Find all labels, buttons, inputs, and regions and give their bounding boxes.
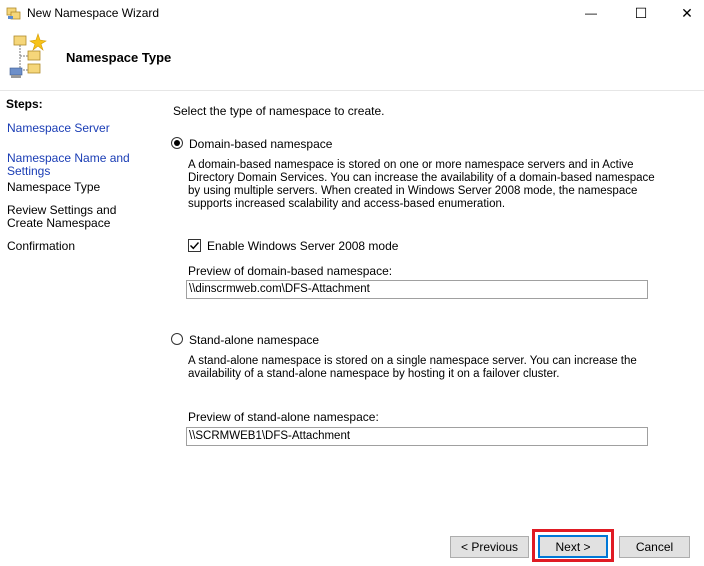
close-icon: ✕	[681, 4, 693, 21]
checkmark-icon	[190, 242, 200, 250]
minimize-icon: —	[585, 6, 597, 20]
title-bar: New Namespace Wizard — ☐ ✕	[0, 0, 704, 26]
previous-button[interactable]: < Previous	[450, 536, 529, 558]
maximize-icon: ☐	[634, 4, 648, 21]
page-title: Namespace Type	[66, 50, 172, 65]
maximize-button[interactable]: ☐	[618, 0, 664, 26]
cancel-button[interactable]: Cancel	[619, 536, 690, 558]
header-divider	[0, 90, 704, 91]
standalone-description: A stand-alone namespace is stored on a s…	[188, 355, 637, 380]
window-title: New Namespace Wizard	[27, 6, 160, 20]
domain-preview-label: Preview of domain-based namespace:	[188, 264, 393, 278]
next-button[interactable]: Next >	[538, 535, 608, 558]
nav-item-namespace-name-settings[interactable]: Namespace Name and Settings	[7, 152, 167, 178]
nav-item-namespace-type: Namespace Type	[7, 180, 101, 194]
nav-item-confirmation: Confirmation	[7, 239, 76, 253]
namespace-type-prompt: Select the type of namespace to create.	[173, 104, 385, 118]
standalone-preview-field[interactable]: \\SCRMWEB1\DFS-Attachment	[186, 427, 648, 446]
nav-item-review-settings: Review Settings and Create Namespace	[7, 203, 117, 230]
enable-2008-mode-label[interactable]: Enable Windows Server 2008 mode	[207, 239, 398, 253]
close-button[interactable]: ✕	[664, 0, 704, 26]
namespace-wizard-icon	[8, 32, 48, 82]
standalone-preview-label: Preview of stand-alone namespace:	[188, 410, 379, 424]
standalone-radio[interactable]	[171, 333, 183, 345]
minimize-button[interactable]: —	[568, 0, 614, 26]
steps-heading: Steps:	[6, 97, 43, 111]
standalone-label[interactable]: Stand-alone namespace	[189, 333, 319, 347]
domain-based-radio[interactable]	[171, 137, 183, 149]
domain-based-label[interactable]: Domain-based namespace	[189, 137, 332, 151]
enable-2008-mode-checkbox[interactable]	[188, 239, 201, 252]
domain-preview-field[interactable]: \\dinscrmweb.com\DFS-Attachment	[186, 280, 648, 299]
nav-item-namespace-server[interactable]: Namespace Server	[7, 122, 167, 135]
radio-selected-dot	[174, 140, 180, 146]
domain-based-description: A domain-based namespace is stored on on…	[188, 159, 655, 210]
app-icon	[6, 5, 22, 21]
